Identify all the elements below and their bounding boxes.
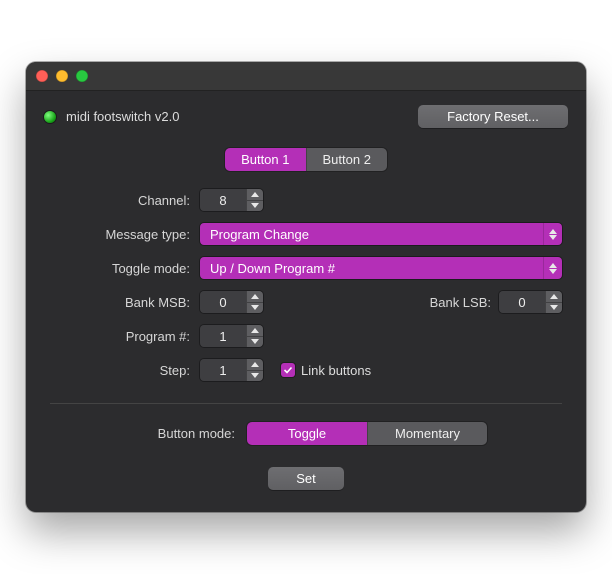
bank-lsb-label: Bank LSB: (430, 295, 491, 310)
updown-icon (543, 257, 562, 279)
bank-msb-step-up[interactable] (247, 291, 263, 302)
toggle-mode-select[interactable]: Up / Down Program # (200, 257, 562, 279)
app-window: midi footswitch v2.0 Factory Reset... Bu… (26, 62, 586, 512)
updown-icon (543, 223, 562, 245)
button-tabs: Button 1 Button 2 (50, 148, 562, 171)
header: midi footswitch v2.0 Factory Reset... (26, 91, 586, 136)
checkmark-icon (281, 363, 295, 377)
window-minimize-button[interactable] (56, 70, 68, 82)
window-close-button[interactable] (36, 70, 48, 82)
program-label: Program #: (50, 329, 190, 344)
connection-status-icon (44, 111, 56, 123)
link-buttons-checkbox[interactable]: Link buttons (281, 363, 371, 378)
program-stepper[interactable] (200, 325, 263, 347)
step-label: Step: (50, 363, 190, 378)
step-stepper[interactable] (200, 359, 263, 381)
channel-label: Channel: (50, 193, 190, 208)
tab-button-1[interactable]: Button 1 (225, 148, 305, 171)
button-mode-segmented: Toggle Momentary (247, 422, 487, 445)
app-title: midi footswitch v2.0 (66, 109, 179, 124)
message-type-label: Message type: (50, 227, 190, 242)
button-mode-momentary[interactable]: Momentary (367, 422, 487, 445)
bank-lsb-input[interactable] (499, 291, 545, 313)
step-input[interactable] (200, 359, 246, 381)
step-step-up[interactable] (247, 359, 263, 370)
channel-step-up[interactable] (247, 189, 263, 200)
message-type-select[interactable]: Program Change (200, 223, 562, 245)
set-button[interactable]: Set (268, 467, 344, 490)
program-step-down[interactable] (247, 336, 263, 348)
toggle-mode-label: Toggle mode: (50, 261, 190, 276)
channel-step-down[interactable] (247, 200, 263, 212)
bank-msb-input[interactable] (200, 291, 246, 313)
message-type-value: Program Change (200, 223, 543, 245)
button-mode-toggle[interactable]: Toggle (247, 422, 367, 445)
window-zoom-button[interactable] (76, 70, 88, 82)
program-step-up[interactable] (247, 325, 263, 336)
tab-button-2[interactable]: Button 2 (306, 148, 387, 171)
bank-msb-step-down[interactable] (247, 302, 263, 314)
step-step-down[interactable] (247, 370, 263, 382)
bank-lsb-step-up[interactable] (546, 291, 562, 302)
bank-lsb-step-down[interactable] (546, 302, 562, 314)
link-buttons-label: Link buttons (301, 363, 371, 378)
program-input[interactable] (200, 325, 246, 347)
toggle-mode-value: Up / Down Program # (200, 257, 543, 279)
titlebar (26, 62, 586, 91)
bank-msb-label: Bank MSB: (50, 295, 190, 310)
divider (50, 403, 562, 404)
factory-reset-button[interactable]: Factory Reset... (418, 105, 568, 128)
channel-input[interactable] (200, 189, 246, 211)
channel-stepper[interactable] (200, 189, 263, 211)
bank-lsb-stepper[interactable] (499, 291, 562, 313)
bank-msb-stepper[interactable] (200, 291, 263, 313)
button-mode-label: Button mode: (125, 426, 235, 441)
